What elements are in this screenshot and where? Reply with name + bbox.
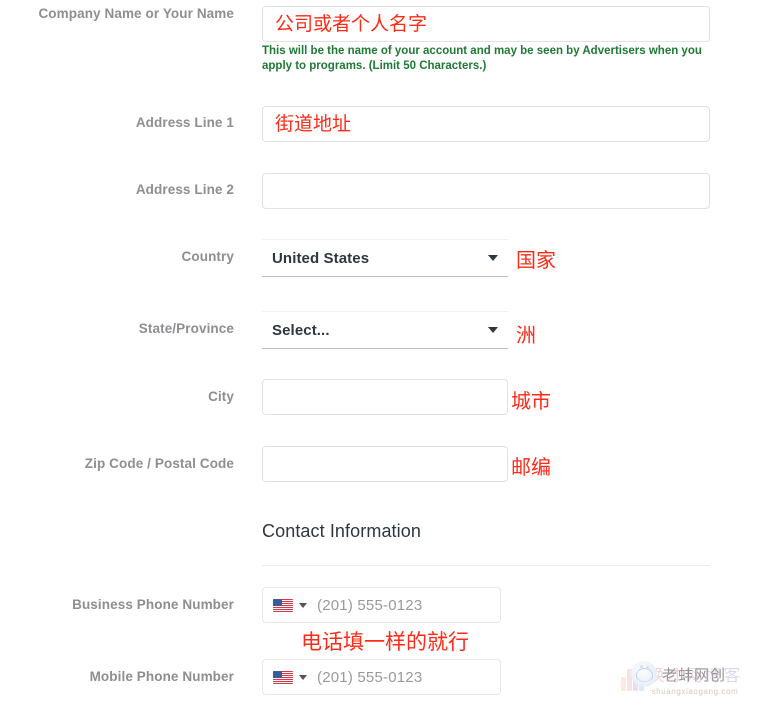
annotation-country: 国家 [516, 248, 556, 272]
chevron-down-icon [488, 327, 498, 333]
label-country: Country [181, 249, 234, 264]
field-country: United States [262, 239, 508, 277]
label-state-province: State/Province [138, 321, 234, 336]
city-input[interactable] [262, 379, 508, 415]
form-row-address-line-1: Address Line 1 街道地址 [0, 106, 774, 142]
country-select-value: United States [272, 249, 370, 267]
company-name-helper-text: This will be the name of your account an… [262, 45, 702, 72]
country-select[interactable]: United States [262, 239, 508, 277]
label-mobile-phone-number: Mobile Phone Number [89, 669, 234, 684]
label-address-line-1: Address Line 1 [135, 115, 234, 130]
business-phone-placeholder: (201) 555-0123 [317, 596, 423, 614]
state-province-select-value: Select... [272, 321, 330, 339]
field-state-province: Select... [262, 311, 508, 349]
form-row-zip-code: Zip Code / Postal Code [0, 446, 774, 482]
field-address-line-2 [262, 173, 710, 209]
label-city: City [208, 389, 234, 404]
label-business-phone-number: Business Phone Number [72, 597, 234, 612]
label-address-line-2: Address Line 2 [135, 182, 234, 197]
state-province-select[interactable]: Select... [262, 311, 508, 349]
business-phone-input[interactable]: (201) 555-0123 [262, 587, 501, 623]
zip-code-input[interactable] [262, 446, 508, 482]
form-row-address-line-2: Address Line 2 [0, 173, 774, 209]
chevron-down-icon [488, 255, 498, 261]
field-business-phone: (201) 555-0123 [262, 587, 501, 623]
us-flag-icon [273, 670, 293, 684]
field-city [262, 379, 508, 415]
form-row-state-province: State/Province Select... [0, 311, 774, 349]
annotation-phone: 电话填一样的就行 [301, 630, 469, 654]
address-line-1-value: 街道地址 [275, 112, 352, 135]
company-name-input[interactable]: 公司或者个人名字 [262, 6, 710, 42]
form-row-business-phone: Business Phone Number (201) 555-0123 [0, 587, 774, 623]
us-flag-icon [273, 598, 293, 612]
mobile-phone-placeholder: (201) 555-0123 [317, 668, 423, 686]
form-row-country: Country United States [0, 239, 774, 277]
field-mobile-phone: (201) 555-0123 [262, 659, 501, 695]
label-company-name: Company Name or Your Name [38, 6, 234, 21]
address-line-2-input[interactable] [262, 173, 710, 209]
chevron-down-icon[interactable] [299, 602, 307, 608]
chevron-down-icon[interactable] [299, 674, 307, 680]
company-name-value: 公司或者个人名字 [275, 12, 428, 35]
section-divider [262, 565, 710, 566]
form-row-city: City [0, 379, 774, 415]
annotation-city: 城市 [511, 389, 551, 413]
field-zip-code [262, 446, 508, 482]
section-title-contact-information: Contact Information [262, 521, 421, 541]
account-information-form: Company Name or Your Name 公司或者个人名字 This … [0, 0, 774, 707]
label-zip-code: Zip Code / Postal Code [84, 456, 234, 471]
form-row-company-name: Company Name or Your Name 公司或者个人名字 [0, 6, 774, 42]
mobile-phone-input[interactable]: (201) 555-0123 [262, 659, 501, 695]
field-address-line-1: 街道地址 [262, 106, 710, 142]
annotation-zip-code: 邮编 [511, 455, 551, 479]
field-company-name: 公司或者个人名字 [262, 6, 710, 42]
annotation-state-province: 洲 [516, 323, 536, 347]
form-row-mobile-phone: Mobile Phone Number (201) 555-0123 [0, 659, 774, 695]
address-line-1-input[interactable]: 街道地址 [262, 106, 710, 142]
